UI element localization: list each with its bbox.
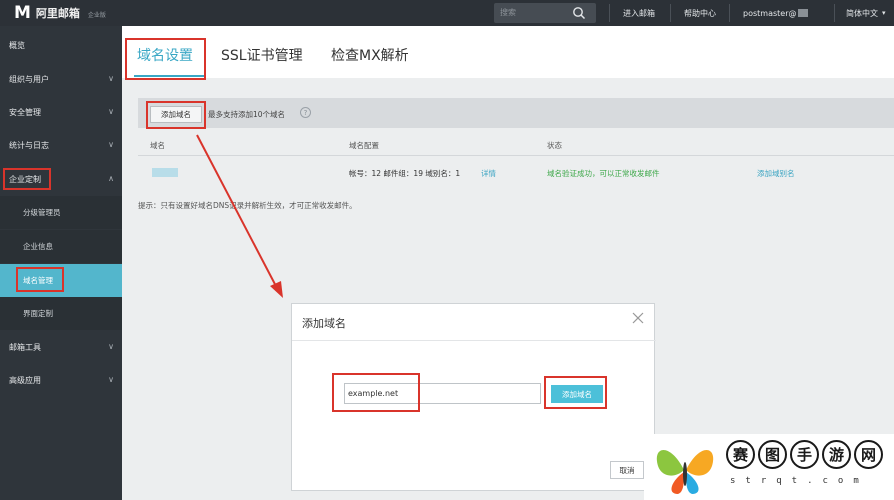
top-bar: M 阿里邮箱 企业版 搜索 进入邮箱 帮助中心 postmaster@ 简体中文… [0,0,894,26]
add-domain-dialog: 添加域名 添加域名 取消 [291,303,656,491]
sidebar-sub-label: 企业信息 [23,242,53,251]
sidebar-sub-label: 界面定制 [23,309,53,318]
sidebar-sub-admins[interactable]: 分级管理员 [0,196,122,229]
sidebar-item-label: 组织与用户 [9,75,49,84]
user-account[interactable]: postmaster@ [743,0,808,26]
help-center-link[interactable]: 帮助中心 [684,0,716,26]
tab-check-mx[interactable]: 检查MX解析 [331,45,409,65]
logo-mark: M [14,3,31,23]
sidebar-item-stats-logs[interactable]: 统计与日志 ∨ [0,129,122,162]
sidebar-item-label: 高级应用 [9,376,41,385]
watermark-char: 赛 [726,440,755,469]
sidebar-item-overview[interactable]: 概览 [0,29,122,62]
sidebar-sub-label: 分级管理员 [23,208,61,217]
language-select[interactable]: 简体中文 ▾ [846,0,886,26]
logo-text: 阿里邮箱 [35,7,80,20]
divider [609,4,610,22]
dns-notice: 提示：只有设置好域名DNS记录并解析生效，才可正常收发邮件。 [138,201,357,210]
tab-bar: 域名设置 SSL证书管理 检查MX解析 [122,26,894,78]
close-icon[interactable] [630,310,646,326]
divider [729,4,730,22]
watermark-char: 图 [758,440,787,469]
watermark-char: 手 [790,440,819,469]
sidebar-item-advanced[interactable]: 高级应用 ∨ [0,364,122,397]
add-alias-link[interactable]: 添加域别名 [757,168,795,179]
logo[interactable]: M 阿里邮箱 企业版 [14,3,106,23]
domain-name-masked [152,168,178,177]
user-name: postmaster@ [743,8,797,18]
status-text: 域名验证成功，可以正常收发邮件 [547,169,660,178]
chevron-down-icon: ∨ [108,375,114,384]
column-header-domain: 域名 [150,141,165,150]
help-icon[interactable]: ? [300,107,311,118]
sidebar-sub-label: 域名管理 [23,276,53,285]
table-header: 域名 域名配置 状态 [138,134,894,156]
tab-ssl-certificates[interactable]: SSL证书管理 [221,45,303,65]
watermark: 赛 图 手 游 网 strqt.com [644,434,894,500]
search-icon[interactable] [572,6,586,20]
sidebar-item-mail-tools[interactable]: 邮箱工具 ∨ [0,331,122,364]
tab-domain-settings[interactable]: 域名设置 [137,45,193,65]
sidebar-item-security[interactable]: 安全管理 ∨ [0,96,122,129]
domain-toolbar: 添加域名 最多支持添加10个域名 ? [138,98,894,128]
butterfly-logo [656,450,714,494]
column-header-config: 域名配置 [349,141,379,150]
chevron-down-icon: ∨ [108,140,114,149]
chevron-down-icon: ∨ [108,342,114,351]
sidebar-sub-ui-custom[interactable]: 界面定制 [0,297,122,330]
sidebar: 概览 组织与用户 ∨ 安全管理 ∨ 统计与日志 ∨ 企业定制 ∧ 分级管理员 企… [0,26,122,500]
active-tab-indicator [134,75,206,77]
cancel-button[interactable]: 取消 [610,461,644,479]
domain-config-counts: 帐号：12 邮件组：19 域别名：1 [349,169,461,178]
sidebar-item-label: 安全管理 [9,108,41,117]
divider [834,4,835,22]
sidebar-item-label: 统计与日志 [9,141,49,150]
enter-mailbox-link[interactable]: 进入邮箱 [623,0,655,26]
sidebar-item-enterprise-custom[interactable]: 企业定制 ∧ [0,163,122,196]
sidebar-item-label: 企业定制 [9,175,41,184]
sidebar-sub-company-info[interactable]: 企业信息 [0,230,122,263]
sidebar-item-org-users[interactable]: 组织与用户 ∨ [0,63,122,96]
dialog-divider [292,340,656,341]
sidebar-item-label: 概览 [9,41,25,50]
chevron-up-icon: ∧ [108,174,114,183]
domain-limit-tip: 最多支持添加10个域名 [208,110,286,119]
domain-name-input[interactable] [344,383,541,404]
column-header-status: 状态 [547,141,562,150]
detail-link[interactable]: 详情 [481,168,496,179]
chevron-down-icon: ▾ [882,9,886,17]
chevron-down-icon: ∨ [108,74,114,83]
add-domain-button[interactable]: 添加域名 [150,106,202,123]
sidebar-item-label: 邮箱工具 [9,343,41,352]
language-label: 简体中文 [846,8,878,18]
sidebar-sub-domain-management[interactable]: 域名管理 [0,264,122,297]
dialog-title: 添加域名 [302,317,346,330]
confirm-add-domain-button[interactable]: 添加域名 [551,385,603,403]
watermark-text: 赛 图 手 游 网 [726,440,883,469]
search-placeholder: 搜索 [500,8,516,17]
watermark-char: 网 [854,440,883,469]
search-input[interactable]: 搜索 [494,3,596,23]
divider [670,4,671,22]
watermark-char: 游 [822,440,851,469]
user-mask [797,9,808,17]
logo-subtitle: 企业版 [87,12,106,19]
table-row: 帐号：12 邮件组：19 域别名：1 详情 域名验证成功，可以正常收发邮件 添加… [138,162,894,184]
watermark-url: strqt.com [730,476,869,486]
chevron-down-icon: ∨ [108,107,114,116]
